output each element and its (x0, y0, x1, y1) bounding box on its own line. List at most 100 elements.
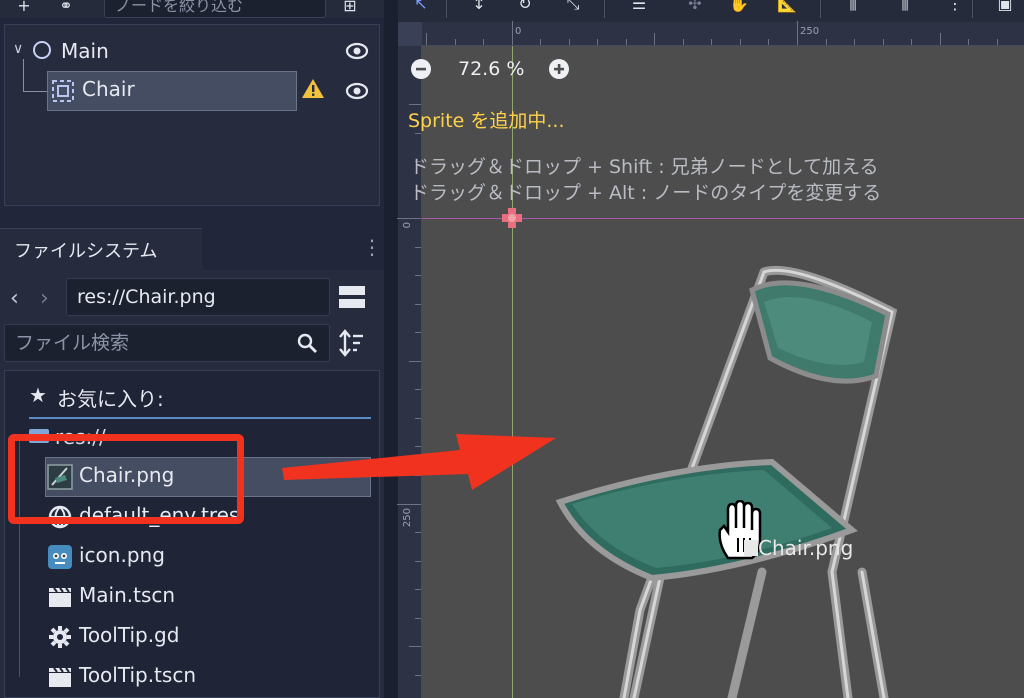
script-gear-icon (49, 626, 71, 648)
scene-tree: ∨ Main Chair (4, 24, 380, 206)
move-mode-icon[interactable]: ↕ (468, 0, 490, 16)
ruler-tick (968, 39, 969, 45)
visibility-eye-icon[interactable] (345, 79, 369, 103)
ruler-tick (415, 304, 421, 305)
tree-item-main[interactable]: ∨ Main (5, 33, 379, 71)
origin-axis-vertical (512, 46, 513, 698)
ruler-mode-icon[interactable]: 📐 (776, 0, 798, 16)
visibility-eye-icon[interactable] (345, 39, 369, 63)
sort-icon[interactable] (338, 328, 364, 358)
pivot-icon[interactable]: ✣ (684, 0, 706, 16)
sprite-icon (52, 80, 74, 102)
tree-connector (23, 59, 24, 91)
ruler-label: 250 (402, 508, 413, 528)
ruler-label: 250 (800, 26, 820, 37)
file-item-tooltip-gd[interactable]: ToolTip.gd (5, 617, 379, 657)
ruler-tick (409, 361, 421, 362)
canvas-toolbar: ↖ ↕ ↻ ⤡ ☰ ✣ ✋ 📐 ⫼ ⫼ ⋮ ▣ (398, 0, 1024, 22)
ruler-tick (415, 675, 421, 676)
node2d-icon (33, 41, 51, 59)
godot-image-icon (48, 545, 72, 569)
list-select-icon[interactable]: ☰ (628, 0, 650, 16)
ruler-tick (768, 39, 769, 45)
ruler-tick (409, 104, 421, 105)
ruler-tick (415, 589, 421, 590)
zoom-level-label[interactable]: 72.6 % (458, 58, 524, 80)
toolbar-separator (446, 0, 447, 18)
file-label: ToolTip.tscn (79, 663, 196, 687)
ruler-tick (409, 646, 421, 647)
pan-mode-icon[interactable]: ✋ (728, 0, 750, 16)
scene-icon (49, 587, 71, 607)
scale-mode-icon[interactable]: ⤡ (562, 0, 584, 16)
tree-item-label: Main (61, 39, 109, 63)
star-icon: ★ (29, 383, 47, 407)
ruler-tick (683, 39, 684, 45)
rotate-mode-icon[interactable]: ↻ (514, 0, 536, 16)
ruler-tick (997, 39, 998, 45)
tree-item-chair[interactable]: Chair (47, 71, 297, 111)
node-filter-input[interactable]: ノードを絞り込む (104, 0, 326, 18)
file-label: Main.tscn (79, 583, 176, 607)
forward-arrow-icon[interactable]: › (40, 286, 49, 311)
drag-status-title: Sprite を追加中... (408, 110, 565, 132)
split-layout-icon[interactable] (338, 284, 366, 310)
ruler-tick (826, 39, 827, 45)
canvas-area[interactable]: Chair.png (422, 46, 1024, 698)
lock-icon[interactable]: ▣ (994, 0, 1016, 16)
ruler-tick (854, 39, 855, 45)
search-icon[interactable] (296, 332, 318, 354)
file-item-icon-png[interactable]: icon.png (5, 537, 379, 577)
ruler-label: 0 (402, 222, 413, 229)
file-label: icon.png (79, 543, 165, 567)
link-icon[interactable]: ⚭ (56, 0, 76, 16)
ruler-tick (426, 33, 427, 45)
ruler-tick (883, 39, 884, 45)
annotation-highlight-box (8, 434, 244, 524)
file-item-main-tscn[interactable]: Main.tscn (5, 577, 379, 617)
dock-menu-icon[interactable]: ⋮ (362, 232, 382, 262)
file-item-tooltip-tscn[interactable]: ToolTip.tscn (5, 657, 379, 697)
instance-scene-icon[interactable]: ⊞ (340, 0, 360, 16)
toolbar-separator (972, 0, 973, 18)
ruler-tick (415, 133, 421, 134)
ruler-tick (626, 39, 627, 45)
back-arrow-icon[interactable]: ‹ (10, 286, 19, 311)
ruler-tick (940, 33, 941, 45)
canvas-viewport[interactable]: 0 250 0 250 Chair.png 72.6 % Sprite を追加中… (397, 21, 1024, 698)
expand-arrow-icon[interactable]: ∨ (13, 41, 23, 57)
ruler-tick (397, 504, 421, 505)
file-search-input[interactable]: ファイル検索 (4, 324, 330, 362)
ruler-tick (455, 39, 456, 45)
dock-splitter[interactable] (384, 0, 398, 698)
tree-connector (23, 91, 49, 92)
annotation-arrow (282, 434, 556, 490)
path-field[interactable]: res://Chair.png (66, 278, 330, 316)
add-node-icon[interactable]: + (14, 0, 34, 16)
select-mode-icon[interactable]: ↖ (410, 0, 432, 16)
ruler-tick (512, 21, 513, 45)
ruler-tick (654, 33, 655, 45)
origin-marker-icon (502, 208, 522, 228)
ruler-tick (797, 21, 798, 45)
ruler-tick (415, 275, 421, 276)
smart-snap-icon[interactable]: ⫼ (894, 0, 916, 16)
ruler-tick (711, 39, 712, 45)
toolbar-separator (604, 0, 605, 18)
left-dock: + ⚭ ノードを絞り込む ⊞ ∨ Main Chair ファイルシステム ⋮ ‹… (0, 0, 384, 698)
zoom-in-button[interactable] (548, 58, 570, 80)
ruler-tick (911, 39, 912, 45)
tab-filesystem[interactable]: ファイルシステム (0, 228, 202, 270)
more-options-icon[interactable]: ⋮ (944, 0, 966, 16)
ruler-tick (483, 39, 484, 45)
chair-sprite-image (555, 265, 898, 698)
file-icon (744, 540, 758, 556)
tree-item-label: Chair (82, 77, 135, 101)
ruler-tick (740, 39, 741, 45)
ruler-corner (398, 22, 422, 46)
zoom-out-button[interactable] (410, 58, 432, 80)
file-label: ToolTip.gd (79, 623, 180, 647)
ruler-tick (415, 561, 421, 562)
snap-icon[interactable]: ⫼ (842, 0, 864, 16)
warning-icon[interactable] (301, 77, 325, 101)
